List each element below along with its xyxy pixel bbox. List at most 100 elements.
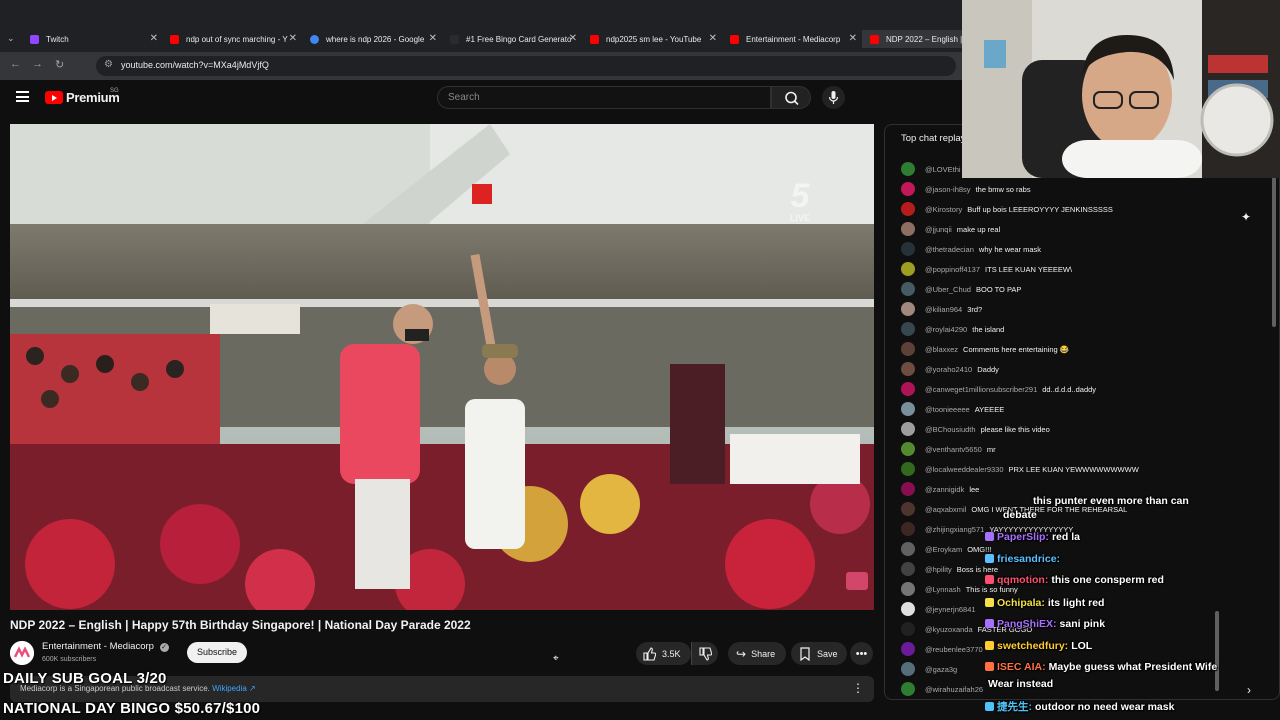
chat-avatar[interactable] [901,262,915,276]
youtube-logo-icon[interactable] [45,91,63,104]
chat-avatar[interactable] [901,422,915,436]
chat-message[interactable]: @Uber_Chud BOO TO PAP [901,279,1231,299]
wikipedia-link[interactable]: Wikipedia ↗ [212,684,256,693]
chat-avatar[interactable] [901,662,915,676]
chat-avatar[interactable] [901,682,915,696]
tab-ndp-out-of-sync[interactable]: ndp out of sync marching - Y ✕ [170,30,297,48]
chat-header-title[interactable]: Top chat replay [901,133,965,144]
tab-mediacorp[interactable]: Entertainment - Mediacorp ✕ [730,30,857,48]
chat-avatar[interactable] [901,462,915,476]
tab-search-chevron-icon[interactable]: ⌄ [7,33,15,44]
chat-avatar[interactable] [901,342,915,356]
chat-author[interactable]: @zhijingxiang571 [925,525,984,534]
chat-author[interactable]: @venthantv5650 [925,445,982,454]
chat-author[interactable]: @BChousiudth [925,425,976,434]
more-vertical-icon[interactable]: ⋮ [852,681,864,695]
chat-avatar[interactable] [901,522,915,536]
tab-close-icon[interactable]: ✕ [429,33,437,44]
reload-icon[interactable]: ↻ [55,58,64,71]
chat-message[interactable]: @poppinoff4137 ITS LEE KUAN YEEEEW\ [901,259,1231,279]
chat-author[interactable]: @LOVEthi [925,165,961,174]
more-actions-button[interactable]: ••• [850,642,873,665]
video-player[interactable]: 5 LIVE [10,124,874,610]
tab-close-icon[interactable]: ✕ [709,33,717,44]
chat-author[interactable]: @aqxabxmil [925,505,966,514]
chat-message[interactable]: @thetradecian why he wear mask [901,239,1231,259]
share-button[interactable]: ↪ Share [728,642,786,665]
chat-avatar[interactable] [901,242,915,256]
chat-author[interactable]: @kyuzoxanda [925,625,973,634]
chat-author[interactable]: @reubenlee3770 [925,645,983,654]
like-button[interactable]: 3.5K [636,642,691,665]
tab-close-icon[interactable]: ✕ [150,33,158,44]
chat-message[interactable]: @blaxxez Comments here entertaining 😂 [901,339,1231,359]
chat-avatar[interactable] [901,282,915,296]
chat-avatar[interactable] [901,642,915,656]
chat-author[interactable]: @gaza3g [925,665,957,674]
chat-scrollbar[interactable] [1272,177,1276,327]
chat-avatar[interactable] [901,622,915,636]
chat-message[interactable]: @localweeddealer9330 PRX LEE KUAN YEWWWWW… [901,459,1231,479]
chat-message[interactable]: @jason-ih8sy the bmw so rabs [901,179,1231,199]
tab-twitch[interactable]: Twitch ✕ [30,30,158,48]
forward-icon[interactable]: → [32,58,43,70]
chat-avatar[interactable] [901,362,915,376]
chevron-right-icon[interactable]: › [1247,683,1251,697]
chat-avatar[interactable] [901,302,915,316]
sparkle-icon[interactable]: ✦ [1241,210,1251,224]
chat-avatar[interactable] [901,382,915,396]
chat-message[interactable]: @venthantv5650 mr [901,439,1231,459]
search-input[interactable]: Search [437,86,771,109]
chat-avatar[interactable] [901,442,915,456]
voice-search-button[interactable] [822,86,845,109]
chat-author[interactable]: @thetradecian [925,245,974,254]
chat-message[interactable]: @kilian964 3rd? [901,299,1231,319]
chat-message[interactable]: @roylai4290 the island [901,319,1231,339]
chat-author[interactable]: @hpility [925,565,952,574]
chat-author[interactable]: @roylai4290 [925,325,967,334]
chat-avatar[interactable] [901,602,915,616]
chat-avatar[interactable] [901,182,915,196]
chat-author[interactable]: @wirahuzaifah26 [925,685,983,694]
menu-icon[interactable] [16,91,29,102]
chat-author[interactable]: @blaxxez [925,345,958,354]
chat-message[interactable]: @BChousiudth please like this video [901,419,1231,439]
tab-close-icon[interactable]: ✕ [569,33,577,44]
channel-avatar[interactable] [10,641,34,665]
site-info-icon[interactable]: ⚙ [104,59,113,70]
chat-message[interactable]: @wirahuzaifah26 [901,679,1231,699]
chat-author[interactable]: @localweeddealer9330 [925,465,1004,474]
chat-avatar[interactable] [901,502,915,516]
tab-ndp2025-youtube[interactable]: ndp2025 sm lee - YouTube ✕ [590,30,717,48]
chat-avatar[interactable] [901,582,915,596]
save-button[interactable]: Save [791,642,847,665]
chat-message[interactable]: @Kirostory Buff up bois LEEEROYYYY JENKIN… [901,199,1231,219]
chat-message[interactable]: @yoraho2410 Daddy [901,359,1231,379]
subscribe-button[interactable]: Subscribe [187,642,247,663]
tab-bingo-generator[interactable]: #1 Free Bingo Card Generato ✕ [450,30,577,48]
back-icon[interactable]: ← [10,58,21,70]
chat-author[interactable]: @jason-ih8sy [925,185,971,194]
chat-author[interactable]: @Eroykam [925,545,962,554]
tab-ndp2022-active[interactable]: NDP 2022 – English | Ha [862,30,962,48]
chat-author[interactable]: @canweget1millionsubscriber291 [925,385,1037,394]
tab-google-search[interactable]: where is ndp 2026 - Google ✕ [310,30,437,48]
chat-message[interactable]: @jjunqii make up real [901,219,1231,239]
chat-author[interactable]: @zannigidk [925,485,964,494]
chat-avatar[interactable] [901,222,915,236]
search-button[interactable] [771,86,811,109]
chat-author[interactable]: @Uber_Chud [925,285,971,294]
chat-author[interactable]: @toonieeeee [925,405,970,414]
chat-avatar[interactable] [901,482,915,496]
chat-author[interactable]: @jjunqii [925,225,952,234]
tab-close-icon[interactable]: ✕ [849,33,857,44]
url-input[interactable]: ⚙ youtube.com/watch?v=MXa4jMdVjfQ [96,56,956,76]
chat-avatar[interactable] [901,202,915,216]
chat-author[interactable]: @poppinoff4137 [925,265,980,274]
chat-message[interactable]: @toonieeeee AYEEEE [901,399,1231,419]
chat-author[interactable]: @kilian964 [925,305,962,314]
chat-avatar[interactable] [901,562,915,576]
channel-name[interactable]: Entertainment - Mediacorp ✓ [42,641,169,652]
chat-avatar[interactable] [901,322,915,336]
chat-avatar[interactable] [901,542,915,556]
